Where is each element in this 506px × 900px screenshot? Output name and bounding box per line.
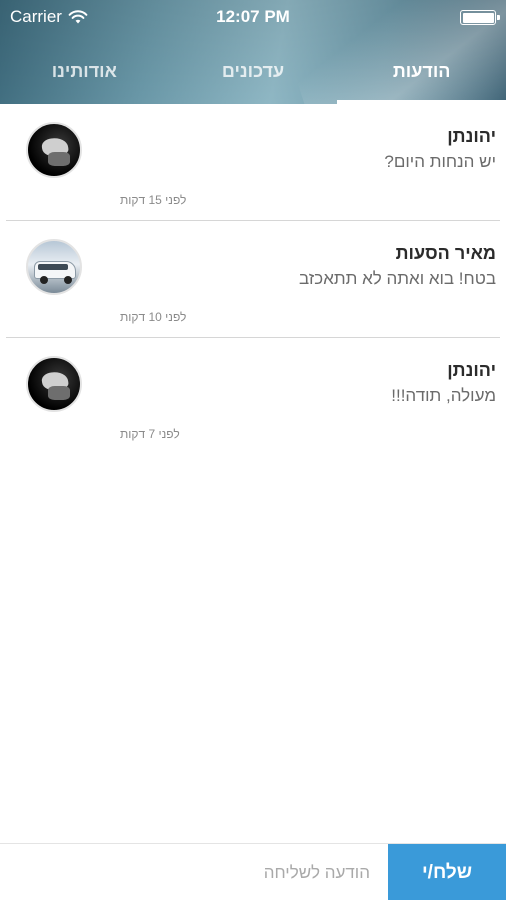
message-composer: שלח/י bbox=[0, 843, 506, 900]
tab-messages[interactable]: הודעות bbox=[337, 50, 506, 104]
send-button[interactable]: שלח/י bbox=[388, 844, 506, 900]
battery-icon bbox=[460, 10, 500, 25]
avatar bbox=[26, 239, 82, 295]
message-item[interactable]: מאיר הסעות בטח! בוא ואתה לא תתאכזב לפני … bbox=[6, 221, 500, 338]
message-sender: יהונתן bbox=[447, 126, 496, 146]
tab-bar: הודעות עדכונים אודותינו bbox=[0, 50, 506, 104]
message-text: מעולה, תודה!!! bbox=[391, 386, 496, 405]
avatar bbox=[26, 122, 82, 178]
clock: 12:07 PM bbox=[216, 7, 290, 26]
message-text: יש הנחות היום? bbox=[384, 152, 496, 171]
tab-updates[interactable]: עדכונים bbox=[169, 50, 338, 104]
message-sender: מאיר הסעות bbox=[395, 243, 496, 263]
status-bar: Carrier 12:07 PM bbox=[0, 0, 506, 34]
message-time: לפני 7 דקות bbox=[120, 427, 180, 441]
message-sender: יהונתן bbox=[447, 360, 496, 380]
tab-about[interactable]: אודותינו bbox=[0, 50, 169, 104]
message-list: יהונתן יש הנחות היום? לפני 15 דקות מאיר … bbox=[0, 104, 506, 455]
message-item[interactable]: יהונתן מעולה, תודה!!! לפני 7 דקות bbox=[6, 338, 500, 455]
message-time: לפני 10 דקות bbox=[120, 310, 187, 324]
message-text: בטח! בוא ואתה לא תתאכזב bbox=[298, 269, 496, 288]
message-item[interactable]: יהונתן יש הנחות היום? לפני 15 דקות bbox=[6, 104, 500, 221]
avatar bbox=[26, 356, 82, 412]
message-time: לפני 15 דקות bbox=[120, 193, 187, 207]
message-input[interactable] bbox=[0, 844, 388, 900]
